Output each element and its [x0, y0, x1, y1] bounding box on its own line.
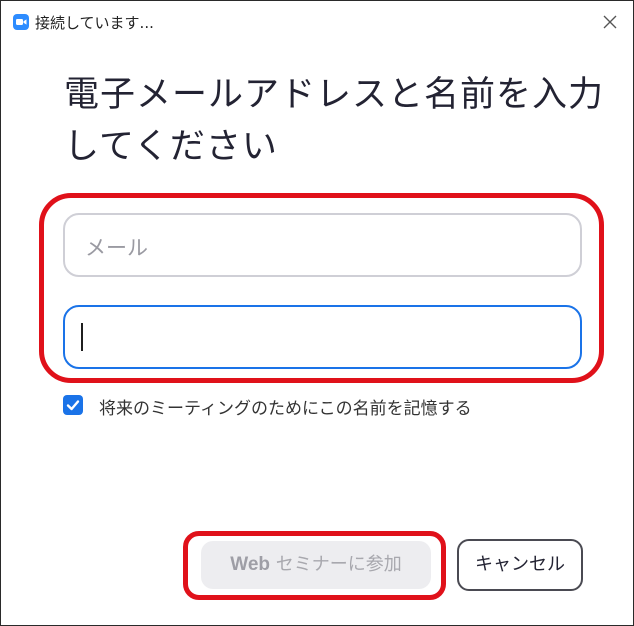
checkmark-icon — [66, 400, 80, 411]
join-button-label: セミナーに参加 — [270, 554, 402, 575]
name-field[interactable] — [63, 305, 582, 369]
cancel-button[interactable]: キャンセル — [457, 539, 583, 591]
join-button-web-text: Web — [230, 554, 271, 575]
join-webinar-button[interactable]: Web セミナーに参加 — [201, 541, 431, 589]
heading-line-2: してください — [64, 127, 278, 167]
window-title: 接続しています... — [35, 14, 154, 32]
close-icon[interactable] — [601, 13, 619, 31]
dialog-heading: 電子メールアドレスと名前を入力 してください — [64, 69, 604, 173]
remember-name-label: 将来のミーティングのためにこの名前を記憶する — [99, 399, 472, 419]
email-field[interactable]: メール — [63, 213, 582, 277]
join-webinar-dialog: 接続しています... 電子メールアドレスと名前を入力 してください メール 将来… — [0, 0, 634, 626]
title-bar: 接続しています... — [1, 1, 633, 41]
text-caret — [81, 323, 83, 351]
email-placeholder: メール — [85, 236, 148, 260]
zoom-camera-icon — [13, 14, 29, 30]
heading-line-1: 電子メールアドレスと名前を入力 — [64, 75, 605, 115]
remember-name-checkbox[interactable] — [63, 395, 83, 415]
